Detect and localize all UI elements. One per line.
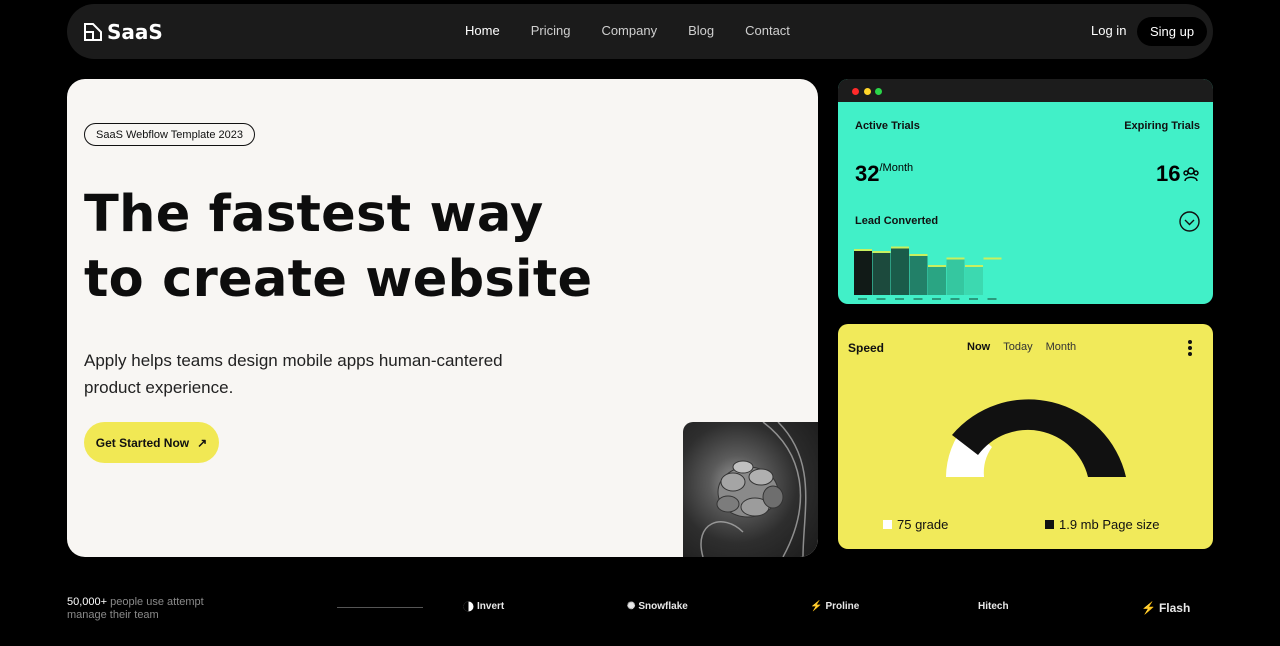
brand-snowflake: ✺ Snowflake — [627, 601, 688, 612]
grade-legend: 75 grade — [883, 517, 948, 532]
window-minimize-dot — [864, 88, 871, 95]
speed-gauge — [946, 399, 1126, 477]
lead-bar-cap — [946, 257, 965, 260]
lead-bar — [854, 249, 872, 295]
chevron-down-icon[interactable] — [1179, 211, 1200, 232]
logo-icon — [84, 23, 102, 41]
hero-title: The fastest way to create website — [84, 182, 592, 312]
logo[interactable]: SaaS — [83, 20, 163, 44]
active-trials-number: 32 — [855, 161, 880, 186]
lead-bar-tick — [969, 298, 978, 300]
brand-snowflake-label: Snowflake — [638, 601, 688, 612]
get-started-label: Get Started Now — [95, 435, 190, 450]
expiring-trials-number: 16 — [1156, 161, 1181, 186]
brand-invert-label: Invert — [477, 601, 505, 612]
trials-card: Active Trials Expiring Trials 32/Month 1… — [838, 79, 1213, 304]
users-count: 50,000+ — [67, 596, 108, 608]
page-size-swatch — [1045, 520, 1054, 529]
nav-link-blog[interactable]: Blog — [688, 23, 714, 38]
arrow-up-right-icon: ↗ — [197, 435, 208, 450]
lead-bar-tick — [950, 298, 960, 300]
hero-card: SaaS Webflow Template 2023 The fastest w… — [67, 79, 818, 557]
hero-badge: SaaS Webflow Template 2023 — [84, 123, 255, 146]
top-navbar: SaaS Home Pricing Company Blog Contact L… — [67, 4, 1213, 59]
invert-logo-icon — [463, 601, 474, 612]
expiring-trials-label: Expiring Trials — [1124, 120, 1200, 132]
lead-bar-cap — [909, 254, 928, 256]
lead-bar — [909, 254, 928, 295]
nav-link-company[interactable]: Company — [601, 23, 657, 38]
lead-bar-tick — [913, 298, 923, 300]
page-size-legend: 1.9 mb Page size — [1045, 517, 1159, 532]
page-size-legend-text: 1.9 mb Page size — [1059, 517, 1160, 532]
lead-bar-tick — [858, 298, 867, 300]
lead-converted-chart — [854, 246, 1002, 300]
brand-flash: ⚡ Flash — [1141, 601, 1190, 615]
abstract-3d-image — [683, 422, 818, 557]
snowflake-logo-icon: ✺ — [627, 601, 636, 612]
lead-converted-label: Lead Converted — [855, 215, 939, 227]
nav-link-pricing[interactable]: Pricing — [531, 23, 571, 38]
lead-bar — [946, 257, 965, 295]
divider-line — [337, 607, 423, 608]
lead-bar-cap — [983, 257, 1002, 260]
brand-hitech: Hitech — [978, 601, 1009, 612]
users-count-line2: manage their team — [67, 609, 159, 621]
speed-card: Speed Now Today Month 75 grade 1.9 mb Pa… — [838, 324, 1213, 549]
lead-bar — [965, 265, 983, 295]
lead-bar-tick — [932, 298, 941, 300]
tab-now[interactable]: Now — [967, 341, 990, 353]
logo-text: SaaS — [107, 20, 163, 44]
flash-logo-icon: ⚡ — [1141, 601, 1156, 615]
lead-bar-tick — [895, 298, 904, 300]
tab-today[interactable]: Today — [1003, 341, 1032, 353]
users-count-text: 50,000+ people use attempt manage their … — [67, 596, 204, 622]
nav-link-home[interactable]: Home — [465, 23, 500, 38]
brand-proline: ⚡ Proline — [810, 601, 859, 612]
active-trials-value: 32/Month — [855, 161, 913, 187]
hero-title-line-2: to create website — [84, 250, 593, 309]
get-started-button[interactable]: Get Started Now ↗ — [84, 422, 219, 463]
proline-logo-icon: ⚡ — [810, 601, 823, 612]
speed-label: Speed — [848, 341, 885, 355]
lead-bar-tick — [876, 298, 886, 300]
window-close-dot — [852, 88, 859, 95]
hero-title-line-1: The fastest way — [84, 185, 544, 244]
lead-bar — [983, 257, 1002, 295]
more-options-icon[interactable] — [1184, 339, 1196, 357]
tab-month[interactable]: Month — [1046, 341, 1077, 353]
lead-bar-cap — [928, 265, 946, 267]
nav-link-contact[interactable]: Contact — [745, 23, 790, 38]
lead-bar-cap — [965, 265, 983, 267]
lead-bar-tick — [987, 298, 997, 300]
grade-swatch — [883, 520, 892, 529]
lead-bar-cap — [891, 246, 909, 249]
hero-subtitle: Apply helps teams design mobile apps hum… — [84, 351, 503, 397]
lead-bar-cap — [854, 249, 872, 251]
window-maximize-dot — [875, 88, 882, 95]
lead-bar-cap — [872, 251, 891, 253]
users-icon — [1183, 167, 1200, 182]
signup-button[interactable]: Sing up — [1137, 17, 1207, 46]
login-link[interactable]: Log in — [1091, 23, 1126, 38]
brand-proline-label: Proline — [825, 601, 860, 612]
active-trials-label: Active Trials — [855, 120, 920, 132]
brand-hitech-label: Hitech — [978, 601, 1009, 612]
lead-bar — [891, 246, 909, 295]
active-trials-unit: /Month — [879, 162, 914, 174]
lead-bar — [928, 265, 946, 295]
brand-flash-label: Flash — [1158, 601, 1191, 615]
nav-links: Home Pricing Company Blog Contact — [465, 23, 821, 38]
speed-tabs: Now Today Month — [967, 341, 1089, 353]
grade-legend-text: 75 grade — [897, 517, 949, 532]
expiring-trials-value: 16 — [1156, 161, 1200, 187]
brand-invert: Invert — [463, 601, 504, 612]
window-titlebar — [838, 79, 1213, 102]
users-count-rest: people use attempt — [107, 596, 204, 608]
lead-bar — [872, 251, 891, 295]
